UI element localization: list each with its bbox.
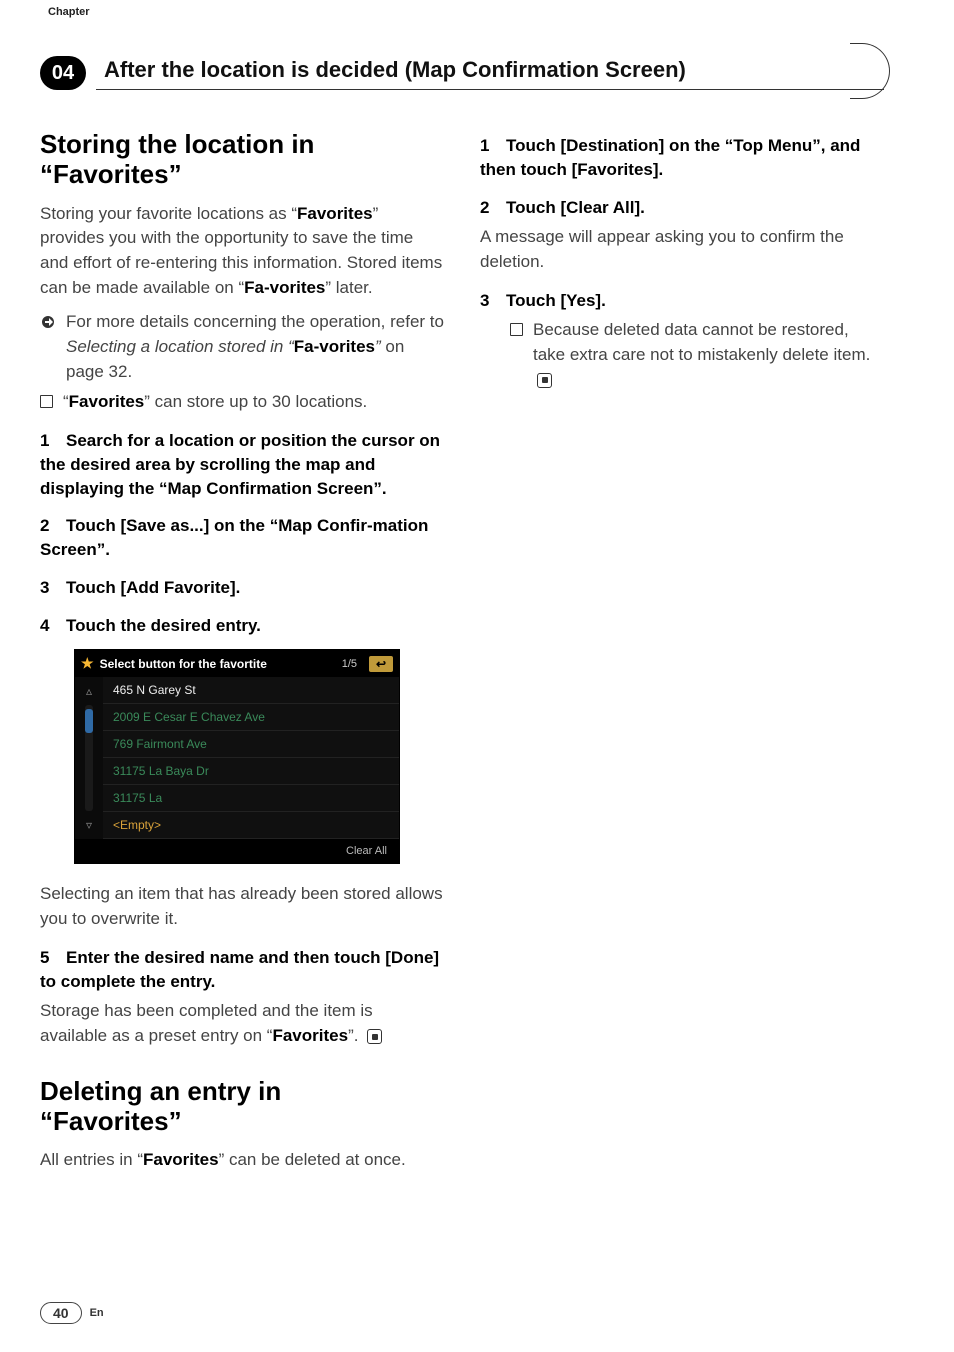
step-text: Touch [Add Favorite]. [66,578,240,597]
arrow-right-icon [40,314,56,330]
r-step-2-after: A message will appear asking you to conf… [480,225,884,274]
text: ” can be deleted at once. [219,1150,406,1169]
step-2: 2Touch [Save as...] on the “Map Confir-m… [40,514,444,562]
text: Storing your favorite locations as “ [40,204,297,223]
text-bold: Favorites [272,1026,348,1045]
screenshot-clear-all[interactable]: Clear All [75,839,399,863]
step-1: 1Search for a location or position the c… [40,429,444,500]
text-italic: Selecting a location stored in “ [66,337,294,356]
right-column: 1Touch [Destination] on the “Top Menu”, … [480,130,884,1183]
text: For more details concerning the operatio… [66,312,444,331]
step-num: 4 [40,614,66,638]
screenshot-title: Select button for the favortite [100,657,267,671]
chapter-header: 04 After the location is decided (Map Co… [40,56,884,90]
page-footer: 40 En [40,1302,104,1324]
square-icon [510,323,523,336]
r-step-3-bullet: Because deleted data cannot be restored,… [510,318,884,392]
section-deleting-title: Deleting an entry in “Favorites” [40,1077,444,1137]
text-italic: ” [375,337,385,356]
scroll-up-icon[interactable]: ▵ [81,683,97,699]
step-text: Touch [Yes]. [506,291,606,310]
header-arc-decoration [850,43,890,99]
text-bold: Favorites [69,392,145,411]
end-of-section-icon [367,1029,382,1044]
section-title-line1: Storing the location in [40,129,314,159]
scroll-down-icon[interactable]: ▿ [81,817,97,833]
bullet-crossref: For more details concerning the operatio… [40,310,444,384]
step-text: Touch [Destination] on the “Top Menu”, a… [480,136,860,179]
page-number: 40 [40,1302,82,1324]
step-num: 2 [480,196,506,220]
step-3: 3Touch [Add Favorite]. [40,576,444,600]
star-icon: ★ [81,655,94,672]
deleting-intro: All entries in “Favorites” can be delete… [40,1148,444,1173]
list-item[interactable]: 31175 La Baya Dr [103,758,399,785]
section-title-line2: “Favorites” [40,1106,182,1136]
left-column: Storing the location in “Favorites” Stor… [40,130,444,1183]
step-5: 5Enter the desired name and then touch [… [40,946,444,994]
back-icon[interactable]: ↩ [369,656,393,672]
section-title-line1: Deleting an entry in [40,1076,281,1106]
step-text: Touch the desired entry. [66,616,261,635]
list-item[interactable]: 769 Fairmont Ave [103,731,399,758]
intro-paragraph: Storing your favorite locations as “Favo… [40,202,444,301]
favorites-screenshot: ★ Select button for the favortite 1/5 ↩ … [74,649,400,864]
chapter-title: After the location is decided (Map Confi… [96,57,884,83]
chapter-label: Chapter [48,6,90,18]
text-bold: Favorites [297,204,373,223]
step-num: 2 [40,514,66,538]
list-item[interactable]: 31175 La [103,785,399,812]
step-num: 3 [480,289,506,313]
text-bold: Favorites [143,1150,219,1169]
text-bold: Fa-vorites [294,337,375,356]
step-5-after: Storage has been completed and the item … [40,999,444,1048]
r-step-3: 3Touch [Yes]. [480,289,884,313]
text-bold: Fa-vorites [244,278,325,297]
section-storing-title: Storing the location in “Favorites” [40,130,444,190]
section-title-line2: “Favorites” [40,159,182,189]
step-4: 4Touch the desired entry. [40,614,444,638]
step-text: Touch [Clear All]. [506,198,645,217]
end-of-section-icon [537,373,552,388]
screenshot-page-indicator: 1/5 [342,658,357,670]
screenshot-list: 465 N Garey St 2009 E Cesar E Chavez Ave… [103,677,399,839]
step-num: 3 [40,576,66,600]
step-text: Touch [Save as...] on the “Map Confir-ma… [40,516,428,559]
chapter-number-chip: 04 [40,56,86,90]
text: All entries in “ [40,1150,143,1169]
list-item[interactable]: 2009 E Cesar E Chavez Ave [103,704,399,731]
after-screenshot-note: Selecting an item that has already been … [40,882,444,931]
square-icon [40,395,53,408]
text: ” later. [325,278,372,297]
list-item[interactable]: 465 N Garey St [103,677,399,704]
step-num: 1 [480,134,506,158]
text: ” can store up to 30 locations. [144,392,367,411]
text: ”. [348,1026,358,1045]
bullet-capacity: “Favorites” can store up to 30 locations… [40,390,444,415]
screenshot-titlebar: ★ Select button for the favortite 1/5 ↩ [75,650,399,677]
step-num: 5 [40,946,66,970]
r-step-1: 1Touch [Destination] on the “Top Menu”, … [480,134,884,182]
screenshot-scrollbar[interactable]: ▵ ▿ [75,677,103,839]
list-item-empty[interactable]: <Empty> [103,812,399,839]
step-num: 1 [40,429,66,453]
text: Because deleted data cannot be restored,… [533,320,870,364]
page-lang: En [90,1307,104,1319]
r-step-2: 2Touch [Clear All]. [480,196,884,220]
step-text: Enter the desired name and then touch [D… [40,948,439,991]
step-text: Search for a location or position the cu… [40,431,440,498]
